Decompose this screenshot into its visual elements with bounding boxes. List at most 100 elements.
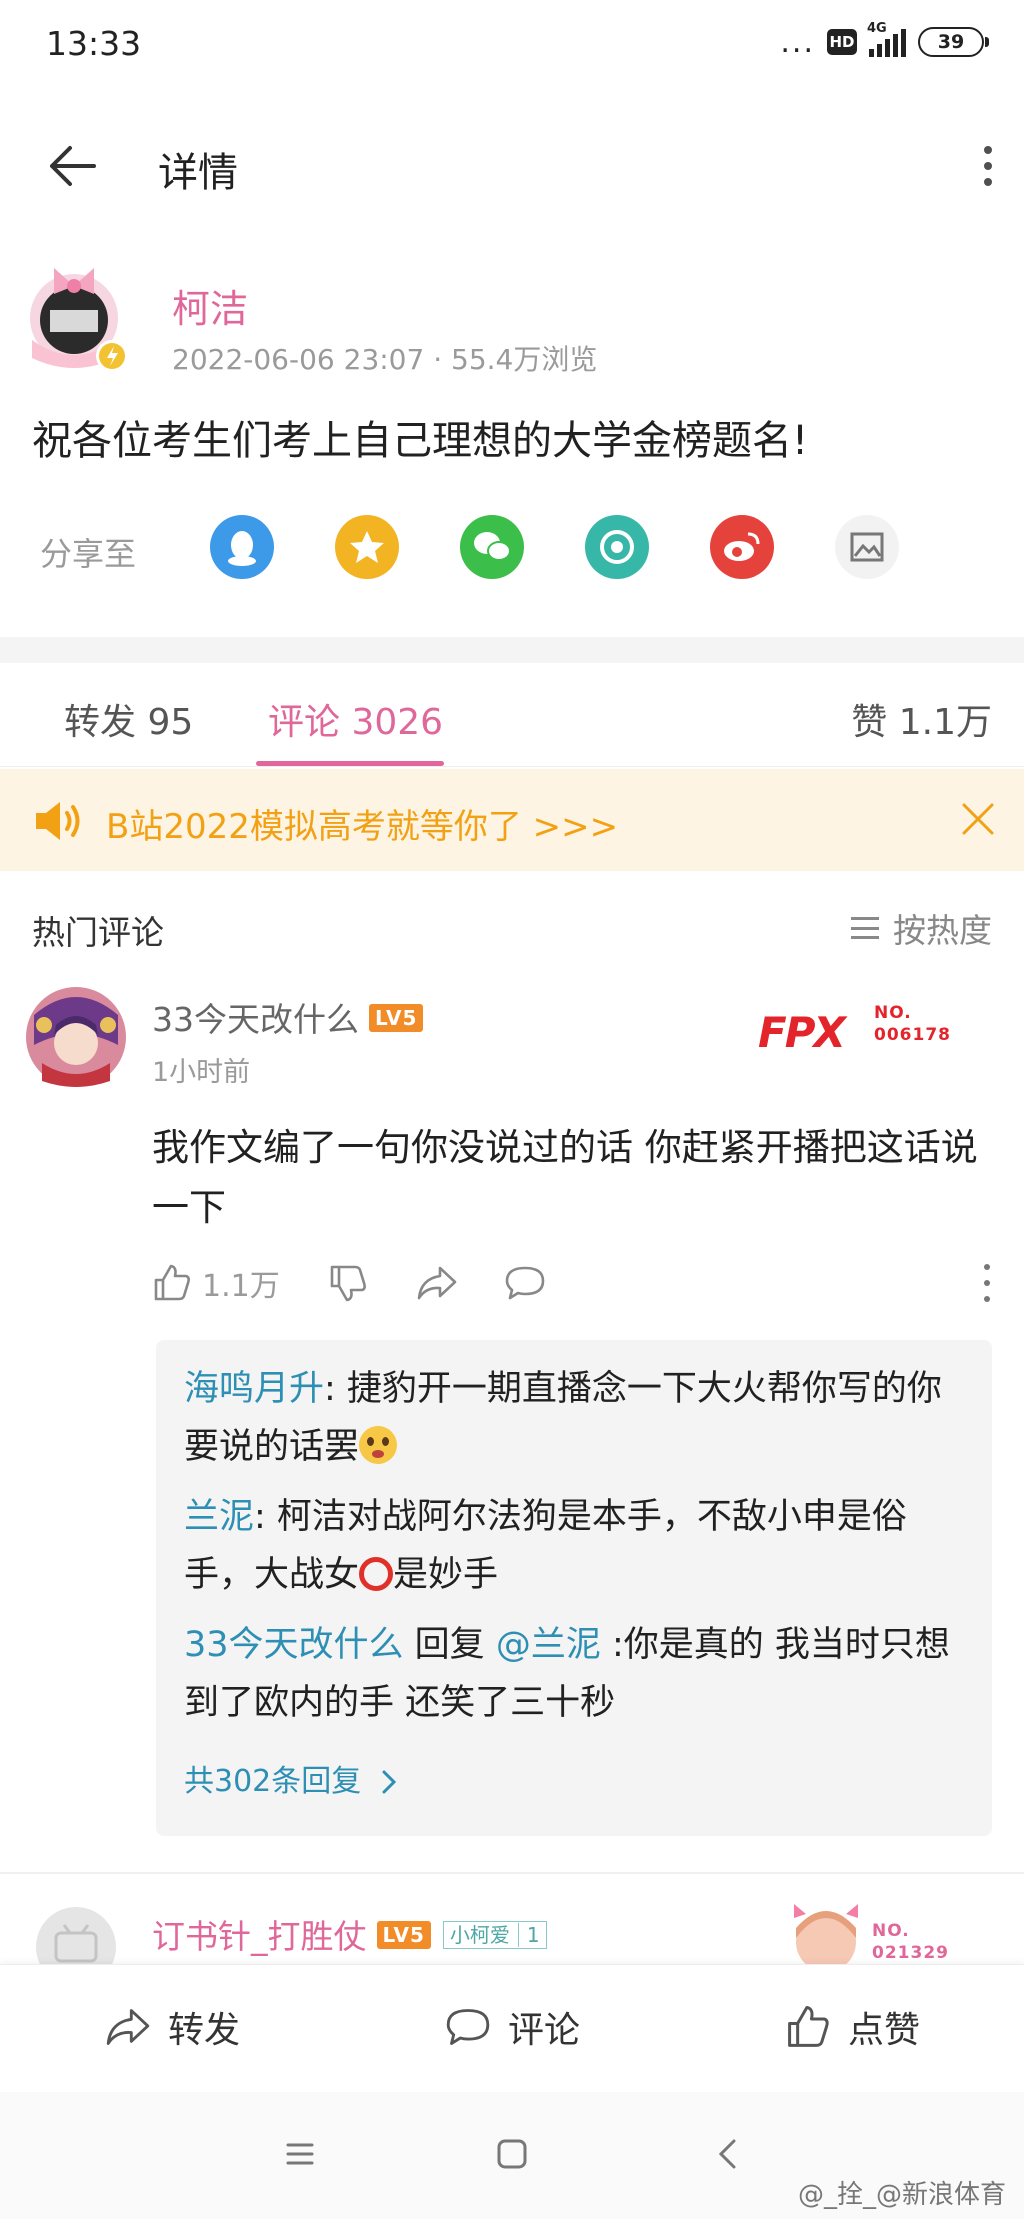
tab-likes[interactable]: 赞 1.1万 bbox=[851, 693, 992, 745]
notice-text: B站2022模拟高考就等你了 >>> bbox=[106, 807, 619, 847]
avatar[interactable] bbox=[34, 1905, 118, 1965]
home-nav-button[interactable] bbox=[492, 2134, 532, 2174]
fan-card-number: NO. 021329 bbox=[872, 1921, 949, 1963]
fan-card[interactable]: NO. 021329 bbox=[786, 1898, 986, 1964]
share-moments-button[interactable] bbox=[585, 515, 649, 579]
view-all-replies-link[interactable]: 共302条回复 bbox=[184, 1756, 399, 1800]
back-nav-button[interactable] bbox=[708, 2134, 748, 2174]
status-bar: 13:33 ... HD 4G 39 bbox=[0, 0, 1024, 90]
reply-mention[interactable]: @兰泥 bbox=[496, 1625, 601, 1665]
like-label: 点赞 bbox=[848, 2010, 921, 2051]
menu-nav-button[interactable] bbox=[280, 2134, 320, 2174]
share-qq-button[interactable] bbox=[210, 515, 274, 579]
tab-forward[interactable]: 转发 95 bbox=[64, 693, 193, 745]
like-post-button[interactable]: 点赞 bbox=[784, 1999, 920, 2055]
comment-actions: 1.1万 bbox=[152, 1258, 992, 1308]
comments-header: 热门评论 按热度 bbox=[0, 900, 1024, 960]
level-badge: LV5 bbox=[369, 1004, 424, 1032]
comment-button[interactable]: 评论 bbox=[444, 1999, 580, 2055]
red-circle-emoji-icon bbox=[359, 1557, 394, 1591]
sort-button[interactable]: 按热度 bbox=[851, 904, 992, 952]
list-icon bbox=[851, 917, 879, 939]
more-options-button[interactable] bbox=[978, 138, 998, 194]
reply-author[interactable]: 兰泥 bbox=[184, 1497, 254, 1537]
share-qzone-button[interactable] bbox=[335, 515, 399, 579]
share-weibo-button[interactable] bbox=[710, 515, 774, 579]
section-divider bbox=[0, 637, 1024, 663]
reply-text: : 柯洁对战阿尔法狗是本手，不敌小申是俗手，大战女 bbox=[184, 1497, 907, 1595]
post-content: 祝各位考生们考上自己理想的大学金榜题名! bbox=[32, 418, 809, 464]
reply-text-end: 是妙手 bbox=[393, 1555, 499, 1595]
comment-more-button[interactable] bbox=[982, 1264, 992, 1302]
watermark: @_拴_@新浪体育 bbox=[797, 2180, 1006, 2210]
reply-author[interactable]: 33今天改什么 bbox=[184, 1625, 404, 1665]
comment-author-name: 订书针_打胜仗 bbox=[152, 1917, 367, 1956]
hot-comments-title: 热门评论 bbox=[32, 913, 164, 952]
comment-text: 我作文编了一句你没说过的话 你赶紧开播把这话说一下 bbox=[152, 1126, 978, 1229]
close-icon bbox=[962, 803, 994, 835]
image-icon bbox=[850, 532, 884, 562]
post-tabs: 转发 95 评论 3026 赞 1.1万 bbox=[0, 663, 1024, 767]
speaker-icon bbox=[36, 802, 80, 840]
active-tab-indicator bbox=[256, 761, 444, 766]
fan-card[interactable]: FPX NO. 006178 bbox=[758, 1002, 958, 1062]
like-count: 1.1万 bbox=[202, 1269, 280, 1304]
close-button[interactable] bbox=[958, 799, 998, 839]
avatar[interactable] bbox=[24, 260, 142, 378]
thumbs-down-icon bbox=[330, 1265, 366, 1302]
comment-divider bbox=[0, 1872, 1024, 1874]
hd-icon: HD bbox=[827, 29, 857, 55]
level-badge: LV5 bbox=[376, 1921, 431, 1949]
more-notifications-icon: ... bbox=[780, 24, 815, 60]
system-nav-bar: @_拴_@新浪体育 bbox=[0, 2092, 1024, 2219]
arrow-left-icon bbox=[50, 146, 96, 186]
like-button[interactable]: 1.1万 bbox=[152, 1258, 280, 1308]
top-app-bar: 详情 bbox=[0, 110, 1024, 220]
author-name[interactable]: 柯洁 bbox=[172, 278, 248, 333]
menu-icon bbox=[286, 2143, 314, 2165]
more-replies-label: 共302条回复 bbox=[184, 1764, 362, 1799]
fan-medal-badge: 小柯爱 1 bbox=[442, 1921, 547, 1949]
forward-button[interactable]: 转发 bbox=[104, 1999, 240, 2055]
tab-comments[interactable]: 评论 3026 bbox=[268, 693, 443, 745]
reply-author[interactable]: 海鸣月升 bbox=[184, 1369, 324, 1409]
sort-label: 按热度 bbox=[893, 911, 992, 950]
page-title: 详情 bbox=[158, 150, 238, 196]
notice-banner[interactable]: B站2022模拟高考就等你了 >>> bbox=[0, 769, 1024, 871]
comment-author[interactable]: 33今天改什么 LV5 bbox=[152, 993, 424, 1041]
square-icon bbox=[497, 2139, 527, 2169]
comment-time: 1小时前 bbox=[152, 1057, 251, 1088]
share-comment-button[interactable] bbox=[416, 1258, 458, 1308]
moments-icon bbox=[600, 530, 634, 564]
share-label: 分享至 bbox=[40, 535, 137, 573]
reply-item[interactable]: 兰泥: 柯洁对战阿尔法狗是本手，不敌小申是俗手，大战女 是妙手 bbox=[184, 1488, 974, 1604]
fpx-logo: FPX bbox=[758, 1008, 846, 1057]
share-wechat-button[interactable] bbox=[460, 515, 524, 579]
share-arrow-icon bbox=[417, 1266, 457, 1300]
post-author: 柯洁 2022-06-06 23:07 · 55.4万浏览 bbox=[24, 260, 1004, 380]
reply-item[interactable]: 33今天改什么 回复 @兰泥 :你是真的 我当时只想到了欧内的手 还笑了三十秒 bbox=[184, 1616, 974, 1732]
thumbs-up-icon bbox=[154, 1264, 190, 1301]
reply-button[interactable] bbox=[504, 1258, 546, 1308]
post-meta: 2022-06-06 23:07 · 55.4万浏览 bbox=[172, 343, 598, 376]
status-time: 13:33 bbox=[46, 24, 142, 63]
reply-to-word: 回复 bbox=[403, 1625, 496, 1665]
share-arrow-icon bbox=[106, 2009, 150, 2045]
bottom-action-bar: 转发 评论 点赞 bbox=[0, 1964, 1024, 2092]
dislike-button[interactable] bbox=[328, 1258, 368, 1308]
share-image-button[interactable] bbox=[835, 515, 899, 579]
battery-icon: 39 bbox=[918, 27, 989, 57]
network-type: 4G bbox=[867, 21, 887, 36]
shocked-emoji-icon bbox=[359, 1426, 398, 1464]
reply-item[interactable]: 海鸣月升: 捷豹开一期直播念一下大火帮你写的你要说的话罢 bbox=[184, 1360, 974, 1476]
avatar[interactable] bbox=[24, 985, 128, 1089]
comment-author[interactable]: 订书针_打胜仗 LV5 小柯爱 1 bbox=[152, 1910, 547, 1958]
chevron-left-icon bbox=[718, 2139, 736, 2169]
replies-box: 海鸣月升: 捷豹开一期直播念一下大火帮你写的你要说的话罢 兰泥: 柯洁对战阿尔法… bbox=[156, 1340, 992, 1836]
comment-label: 评论 bbox=[508, 2010, 581, 2051]
chat-bubble-icon bbox=[505, 1266, 545, 1300]
share-row: 分享至 bbox=[40, 515, 1000, 585]
back-button[interactable] bbox=[44, 138, 104, 194]
thumbs-up-icon bbox=[788, 2005, 829, 2047]
forward-label: 转发 bbox=[168, 2010, 241, 2051]
